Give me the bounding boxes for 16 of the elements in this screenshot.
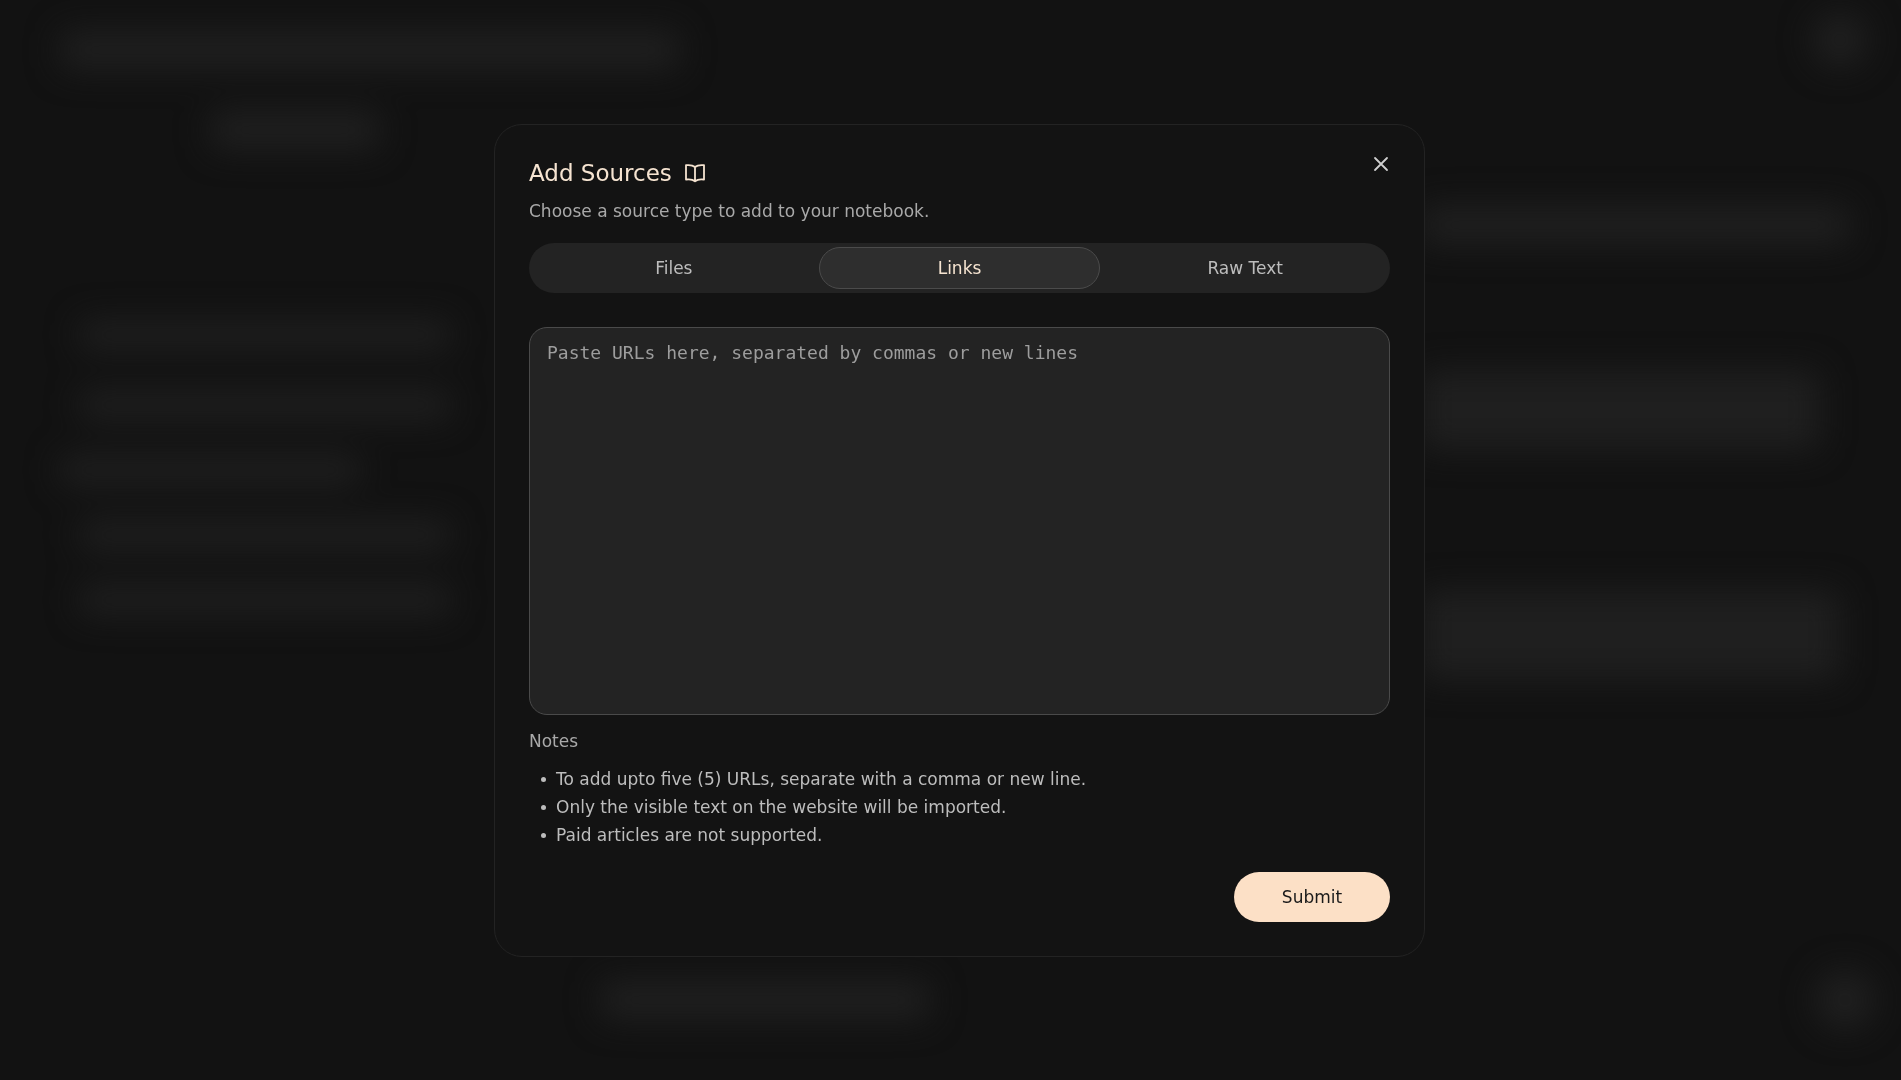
note-text: Only the visible text on the website will be imported. [556,797,1007,817]
book-icon [683,163,706,183]
note-text: To add upto five (5) URLs, separate with a comma or new line. [556,769,1087,789]
url-input-field[interactable]: Paste URLs here, separated by commas or new lines [529,327,1390,715]
bullet-icon [541,804,546,810]
dialog-subtitle: Choose a source type to add to your notebook. [529,201,931,221]
tab[interactable]: Links [818,247,1101,289]
dialog-title: Add Sources [529,160,672,186]
notes-heading: Notes [529,731,580,751]
tab[interactable]: Raw Text [1104,247,1386,289]
bullet-icon [541,832,546,838]
close-icon[interactable] [1373,156,1389,172]
tab[interactable]: Files [533,247,815,289]
bullet-icon [541,776,546,782]
note-text: Paid articles are not supported. [556,825,823,845]
submit-button[interactable]: Submit [1234,872,1390,922]
